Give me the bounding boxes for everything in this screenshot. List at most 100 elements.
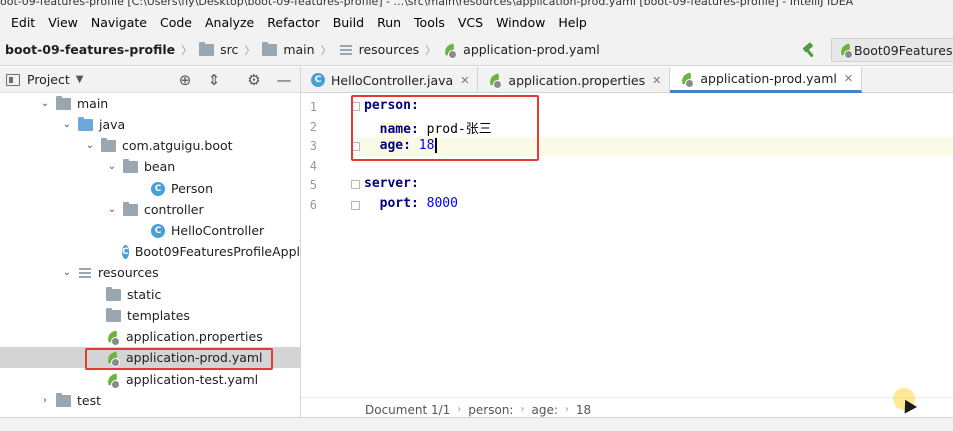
menu-analyze[interactable]: Analyze (205, 15, 254, 30)
tree-item-application-test-yaml[interactable]: application-test.yaml (0, 369, 300, 390)
minimize-icon[interactable]: — (276, 72, 292, 88)
menu-window[interactable]: Window (496, 15, 545, 30)
tree-item-controller[interactable]: ⌄ controller (0, 199, 300, 220)
tree-item-application-properties[interactable]: application.properties (0, 326, 300, 347)
breadcrumb-separator-icon: 〉 (320, 43, 332, 57)
menu-run[interactable]: Run (377, 15, 401, 30)
tree-item-label: test (77, 393, 102, 408)
line-number: 2 (309, 120, 317, 134)
menu-refactor[interactable]: Refactor (267, 15, 319, 30)
tab-hellocontroller[interactable]: C HelloController.java ✕ (301, 67, 479, 93)
tree-item-hellocontroller[interactable]: C HelloController (0, 220, 300, 241)
tree-item-label: java (99, 117, 126, 132)
tree-item-static[interactable]: static (0, 284, 300, 305)
close-icon[interactable]: ✕ (844, 72, 853, 85)
chevron-down-icon[interactable]: ⌄ (83, 140, 97, 151)
breadcrumb-separator-icon: › (520, 404, 525, 415)
tree-item-label: controller (144, 202, 204, 217)
locate-target-icon[interactable]: ⊕ (177, 72, 193, 88)
folder-icon (106, 307, 121, 322)
menu-vcs[interactable]: VCS (458, 15, 483, 30)
menu-edit[interactable]: Edit (11, 15, 35, 30)
tree-item-label: HelloController (171, 223, 265, 238)
build-hammer-icon[interactable] (800, 41, 818, 59)
tree-item-label: Boot09FeaturesProfileAppl (134, 244, 300, 259)
close-icon[interactable]: ✕ (652, 74, 661, 87)
tree-item-package[interactable]: ⌄ com.atguigu.boot (0, 135, 300, 156)
editor-tabs: C HelloController.java ✕ application.pro… (301, 67, 953, 93)
tree-item-label: main (77, 96, 109, 111)
breadcrumb-separator-icon: 〉 (425, 43, 437, 57)
tab-application-prod-yaml[interactable]: application-prod.yaml ✕ (670, 67, 863, 93)
breadcrumb-file[interactable]: application-prod.yaml (443, 42, 600, 59)
breadcrumb-separator-icon: 〉 (244, 43, 256, 57)
tree-item-test[interactable]: › test (0, 390, 300, 411)
run-configuration-selector[interactable]: Boot09FeaturesP (831, 38, 953, 62)
breadcrumb-resources[interactable]: resources (339, 42, 420, 57)
breadcrumb-main-label: main (283, 42, 315, 57)
line-number: 1 (309, 100, 317, 114)
tree-item-resources[interactable]: ⌄ resources (0, 262, 300, 283)
tree-item-label: com.atguigu.boot (122, 138, 233, 153)
breadcrumb-src-label: src (220, 42, 239, 57)
package-icon (123, 201, 138, 216)
folder-icon (106, 286, 121, 301)
tab-application-properties[interactable]: application.properties ✕ (478, 67, 671, 93)
line-number: 6 (309, 198, 317, 212)
fold-marker-icon[interactable] (351, 201, 360, 210)
breadcrumb-resources-label: resources (358, 42, 420, 57)
chevron-down-icon[interactable]: ⌄ (105, 161, 119, 172)
line-number: 4 (309, 159, 317, 173)
tree-item-java[interactable]: ⌄ java (0, 114, 300, 135)
spring-yaml-icon (443, 43, 458, 59)
tab-label: application.properties (508, 72, 646, 88)
yaml-key: port (379, 196, 411, 211)
tree-item-label: static (127, 287, 162, 302)
breadcrumb-separator-icon: 〉 (181, 43, 193, 57)
spring-properties-icon (106, 330, 120, 346)
package-icon (101, 137, 116, 152)
chevron-right-icon[interactable]: › (38, 395, 52, 406)
chevron-down-icon[interactable]: ⌄ (60, 119, 74, 130)
tree-item-bean[interactable]: ⌄ bean (0, 156, 300, 177)
breadcrumb-file-label: application-prod.yaml (463, 42, 600, 57)
yaml-key: server (364, 176, 411, 191)
tree-item-application-class[interactable]: C Boot09FeaturesProfileAppl (0, 241, 300, 262)
collapse-all-icon[interactable]: ⇕ (206, 72, 222, 88)
tree-item-label: application-test.yaml (126, 372, 259, 387)
yaml-path-age[interactable]: age: (531, 403, 557, 417)
tree-item-person[interactable]: C Person (0, 178, 300, 199)
yaml-path-value[interactable]: 18 (576, 403, 591, 417)
chevron-down-icon[interactable]: ⌄ (60, 267, 74, 278)
tree-item-main[interactable]: ⌄ main (0, 93, 300, 114)
document-indicator[interactable]: Document 1/1 (365, 403, 450, 417)
fold-marker-icon[interactable] (351, 180, 360, 189)
yaml-path-person[interactable]: person: (468, 403, 513, 417)
tab-label: HelloController.java (331, 72, 454, 88)
window-titlebar: oot-09-features-profile [C:\Users\fly\De… (0, 0, 953, 10)
spring-boot-icon (839, 43, 854, 59)
breadcrumb-src[interactable]: src (199, 41, 239, 57)
breadcrumb-project[interactable]: boot-09-features-profile (5, 42, 175, 57)
menu-code[interactable]: Code (160, 15, 192, 30)
menu-help[interactable]: Help (558, 15, 587, 30)
close-icon[interactable]: ✕ (460, 74, 469, 87)
menu-navigate[interactable]: Navigate (91, 15, 147, 30)
annotation-highlight-code (351, 95, 539, 161)
chevron-down-icon[interactable]: ⌄ (105, 204, 119, 215)
breadcrumb-main[interactable]: main (262, 41, 315, 57)
code-line-5[interactable]: server: (364, 176, 419, 191)
menu-build[interactable]: Build (333, 15, 364, 30)
menu-view[interactable]: View (48, 15, 78, 30)
tree-item-label: application.properties (126, 329, 263, 344)
java-class-icon: C (311, 73, 325, 87)
project-panel-title[interactable]: Project (27, 72, 70, 87)
code-line-6[interactable]: port: 8000 (364, 196, 458, 211)
menu-tools[interactable]: Tools (414, 15, 445, 30)
bottom-tool-strip (0, 417, 953, 431)
tree-item-templates[interactable]: templates (0, 305, 300, 326)
chevron-down-icon[interactable]: ⌄ (38, 98, 52, 109)
folder-icon (262, 41, 278, 56)
gear-icon[interactable]: ⚙ (246, 72, 262, 88)
chevron-down-icon[interactable]: ▼ (76, 74, 84, 85)
